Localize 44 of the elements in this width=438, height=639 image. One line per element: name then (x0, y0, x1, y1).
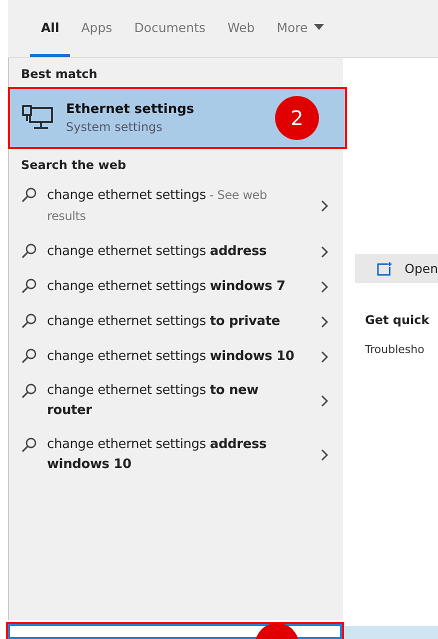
web-result-item[interactable]: change ethernet settings windows 10 (9, 339, 343, 374)
tab[interactable]: Documents (123, 0, 216, 57)
search-icon (21, 383, 37, 399)
tab[interactable]: More (266, 0, 335, 57)
web-result-item[interactable]: change ethernet settings to private (9, 304, 343, 339)
chevron-right-icon (321, 449, 329, 461)
section-heading: Search the web (20, 157, 128, 174)
best-match-item[interactable]: Ethernet settings System settings 2 (8, 87, 347, 149)
search-icon (21, 313, 37, 329)
result-text: change ethernet settings address windows 10 (47, 436, 268, 474)
result-text: change ethernet settings address (47, 242, 268, 260)
search-field[interactable] (6, 622, 344, 639)
result-text: change ethernet settings - See web results (47, 187, 268, 225)
chevron-right-icon (321, 280, 329, 292)
monitor-icon (22, 105, 54, 131)
web-result-item[interactable]: change ethernet settings address (9, 234, 343, 269)
search-icon (21, 437, 37, 453)
section-heading: Best match (20, 66, 98, 83)
result-text: change ethernet settings windows 7 (47, 278, 286, 296)
result-text: change ethernet settings to private (47, 312, 281, 330)
result-subtitle: System settings (66, 120, 164, 134)
web-result-item[interactable]: change ethernet settings - See web results (9, 178, 343, 234)
result-text: change ethernet settings windows 10 (47, 348, 296, 366)
open-window-icon (377, 262, 393, 276)
chevron-right-icon (321, 350, 329, 362)
chevron-right-icon (321, 200, 329, 212)
chevron-right-icon (321, 246, 329, 258)
search-icon (21, 278, 37, 294)
result-text: change ethernet settings to new router (47, 382, 260, 420)
section-heading: Get quick (365, 313, 430, 327)
search-icon (21, 187, 37, 203)
search-icon (21, 243, 37, 259)
web-result-item[interactable]: change ethernet settings windows 7 (9, 269, 343, 304)
result-title: Ethernet settings (66, 102, 196, 117)
step-badge: 2 (275, 96, 319, 140)
chevron-right-icon (321, 395, 329, 407)
chevron-right-icon (321, 316, 329, 328)
web-result-item[interactable]: change ethernet settings to new router (9, 374, 343, 428)
open-button[interactable]: Open (355, 254, 438, 283)
tab[interactable]: Apps (70, 0, 124, 57)
search-icon (21, 348, 37, 364)
web-result-item[interactable]: change ethernet settings address windows 10 (9, 428, 343, 482)
tab[interactable]: Web (216, 0, 266, 57)
quick-help-link[interactable]: Troublesho (365, 343, 438, 356)
